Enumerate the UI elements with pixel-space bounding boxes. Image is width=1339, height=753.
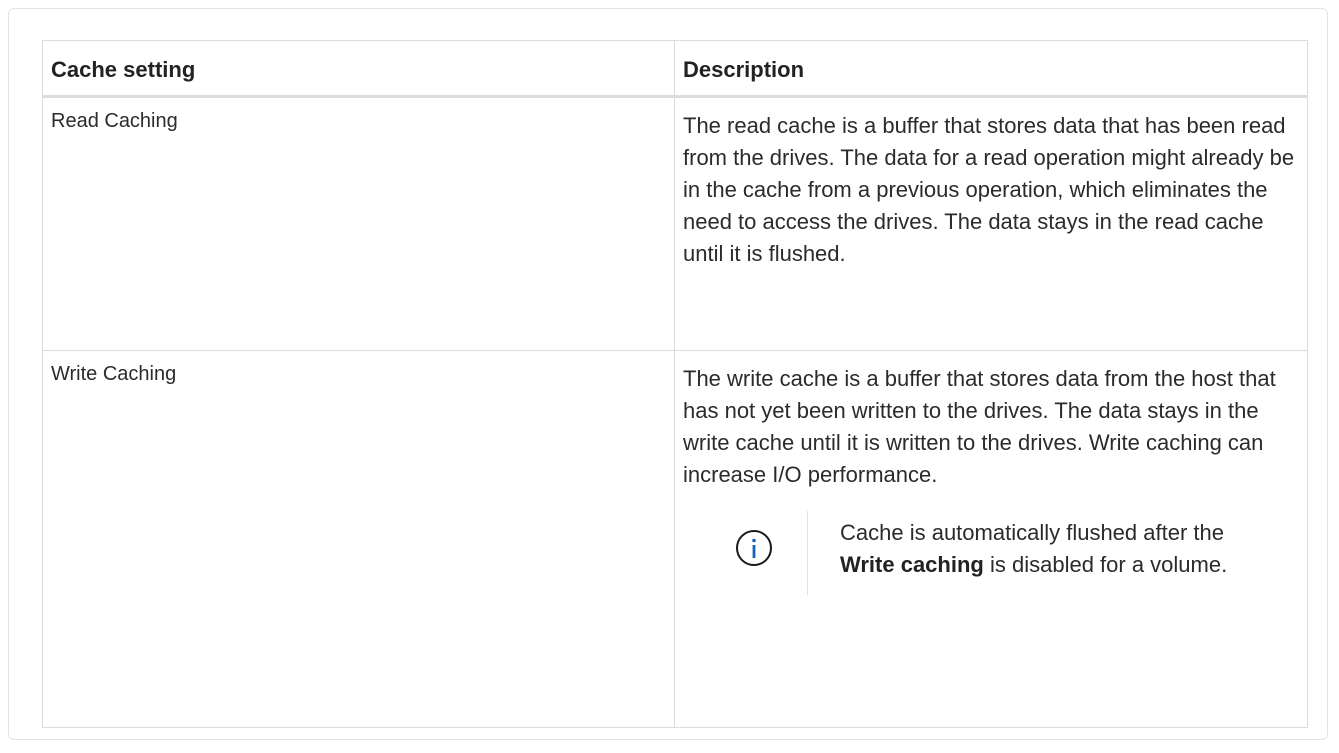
cache-settings-table: Cache setting Description Read Caching T…: [42, 40, 1308, 728]
setting-name: Write Caching: [42, 350, 675, 728]
setting-description-cell: The read cache is a buffer that stores d…: [674, 96, 1308, 351]
setting-description: The write cache is a buffer that stores …: [683, 366, 1276, 487]
table-row: Write Caching The write cache is a buffe…: [42, 350, 1308, 728]
info-note-text-end: is disabled for a volume.: [983, 552, 1228, 577]
column-header-cache-setting: Cache setting: [42, 40, 675, 98]
setting-description: The read cache is a buffer that stores d…: [683, 113, 1295, 266]
info-note-icon-column: [700, 507, 807, 589]
setting-name: Read Caching: [42, 96, 675, 351]
table-header-row: Cache setting Description: [42, 40, 1308, 98]
setting-description-cell: The write cache is a buffer that stores …: [674, 350, 1308, 728]
table-row: Read Caching The read cache is a buffer …: [42, 96, 1308, 351]
info-note: Cache is automatically flushed after the…: [700, 507, 1299, 595]
column-header-description: Description: [674, 40, 1308, 98]
content-card: Cache setting Description Read Caching T…: [8, 8, 1328, 740]
info-note-text-bold: Write caching: [840, 552, 984, 577]
info-icon: [735, 530, 772, 566]
info-note-text: Cache is automatically flushed after the…: [808, 507, 1270, 589]
info-note-text-start: Cache is automatically flushed after the: [840, 520, 1224, 545]
